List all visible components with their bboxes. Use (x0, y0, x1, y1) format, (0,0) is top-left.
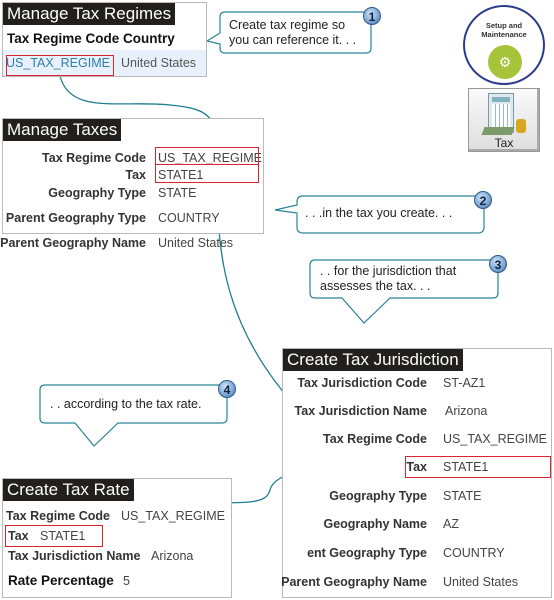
setup-label-line2: Maintenance (481, 30, 527, 39)
tax-tile[interactable]: Tax (468, 88, 540, 152)
callout-3-line2: assesses the tax. . . (320, 279, 431, 293)
step-badge-2: 2 (474, 191, 492, 209)
field-label: Tax Regime Code (42, 151, 146, 165)
setup-label-line1: Setup and (485, 21, 523, 30)
field-label: Tax Jurisdiction Name (8, 549, 141, 563)
field-label: Tax Regime Code (323, 432, 427, 446)
tax-regime-code-value: US_TAX_REGIME (121, 509, 225, 523)
callout-4-outline (39, 384, 228, 447)
field-label: Tax Regime Code (6, 509, 110, 523)
jurisdiction-name-value: Arizona (445, 404, 488, 418)
cash-icon (481, 127, 515, 135)
coins-icon (516, 119, 526, 133)
step-badge-3: 3 (489, 255, 507, 273)
parent-geography-type-value: COUNTRY (443, 546, 505, 560)
rate-percentage-value: 5 (123, 574, 130, 588)
field-label: Parent Geography Name (0, 236, 146, 250)
tax-tile-label: Tax (494, 136, 514, 150)
callout-1-line2: you can reference it. . . (229, 33, 357, 47)
step-badge-1: 1 (363, 7, 381, 25)
callout-1-text: Create tax regime so you can reference i… (229, 18, 356, 48)
parent-geography-name-value: United States (443, 575, 519, 589)
column-header-country: Country (123, 31, 175, 46)
setup-and-maintenance-icon[interactable]: Setup and Maintenance ⚙ (463, 5, 545, 85)
panel-title: Manage Taxes (3, 119, 122, 141)
highlight-tax (155, 164, 259, 183)
geography-name-value: AZ (443, 517, 459, 531)
callout-2-text: . . .in the tax you create. . . (305, 206, 453, 220)
geography-type-value: STATE (443, 489, 482, 503)
callout-3-line1: . . for the jurisdiction that (320, 264, 457, 278)
jurisdiction-code-value: ST-AZ1 (443, 376, 486, 390)
highlight-tax (5, 525, 103, 547)
parent-geography-name-value: United States (158, 236, 234, 250)
gears-icon: ⚙ (488, 45, 522, 79)
field-label: Geography Name (323, 517, 427, 531)
country-value: United States (121, 56, 197, 70)
field-label: Tax (125, 168, 146, 182)
panel-title: Create Tax Jurisdiction (283, 349, 463, 371)
field-label: Parent Geography Name (281, 575, 427, 589)
geography-type-value: STATE (158, 186, 197, 200)
callout-3-text: . . for the jurisdiction that assesses t… (320, 264, 456, 294)
highlight-regime-code (6, 55, 114, 76)
create-tax-jurisdiction-panel: Create Tax Jurisdiction Tax Jurisdiction… (281, 348, 552, 598)
step-badge-4: 4 (218, 380, 236, 398)
manage-taxes-panel: Manage Taxes Tax Regime Code US_TAX_REGI… (0, 118, 264, 250)
column-header-tax-regime-code: Tax Regime Code (7, 31, 120, 46)
field-label: Parent Geography Type (5, 211, 146, 225)
jurisdiction-name-value: Arizona (151, 549, 194, 563)
panel-title: Create Tax Rate (3, 479, 134, 501)
highlight-tax (405, 456, 551, 478)
callout-1-line1: Create tax regime so (229, 18, 346, 32)
highlight-tax-regime-code (155, 147, 259, 165)
parent-geography-type-value: COUNTRY (158, 211, 220, 225)
panel-title: Manage Tax Regimes (3, 3, 176, 25)
tax-regime-code-value: US_TAX_REGIME (443, 432, 547, 446)
field-label: Rate Percentage (8, 573, 114, 588)
setup-label: Setup and Maintenance (465, 21, 543, 39)
field-label: Tax Jurisdiction Code (297, 376, 427, 390)
create-tax-rate-panel: Create Tax Rate Tax Regime Code US_TAX_R… (2, 478, 232, 598)
field-label: Tax Jurisdiction Name (294, 404, 427, 418)
field-label: Geography Type (329, 489, 427, 503)
manage-tax-regimes-panel: Manage Tax Regimes Tax Regime Code Count… (2, 2, 207, 77)
field-label: Geography Type (48, 186, 146, 200)
field-label: ent Geography Type (307, 546, 427, 560)
callout-4-text: . . according to the tax rate. (50, 397, 202, 411)
